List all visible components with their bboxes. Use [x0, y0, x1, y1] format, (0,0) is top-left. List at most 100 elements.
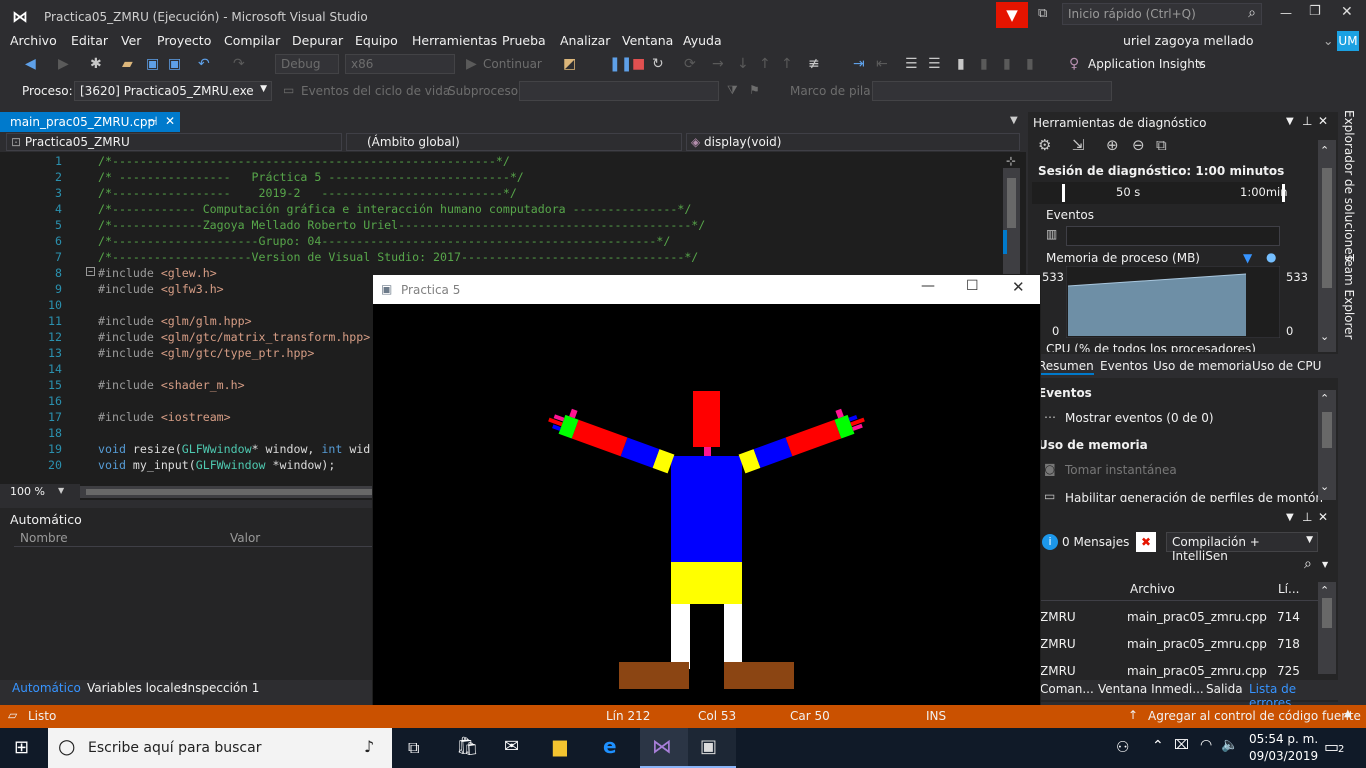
clear-filter-icon[interactable]: ✖ — [1136, 532, 1156, 552]
breakpoint-nav2-icon[interactable]: ⇤ — [876, 56, 888, 72]
bookmark-next-icon[interactable]: ▮ — [1003, 56, 1011, 72]
errors-menu-icon[interactable]: ▼ — [1286, 512, 1294, 523]
close-button[interactable]: ✕ — [1341, 4, 1353, 20]
menu-equipo[interactable]: Equipo — [355, 33, 398, 48]
tab-inspeccion[interactable]: Inspección 1 — [184, 681, 259, 695]
remote-icon[interactable]: ⧉ — [1038, 6, 1047, 21]
glwindow-taskbar-item[interactable]: ▣ — [688, 728, 736, 768]
store-icon[interactable]: 🛍 — [456, 736, 479, 757]
bookmark-clear-icon[interactable]: ▮ — [1026, 56, 1034, 72]
continue-button[interactable]: Continuar — [483, 57, 542, 71]
menu-ventana[interactable]: Ventana — [622, 33, 673, 48]
step-back-icon[interactable]: ↑ — [781, 56, 793, 72]
code-text[interactable]: #include <glm/gtc/type_ptr.hpp> — [98, 346, 314, 360]
code-line[interactable]: 5 /*-------------Zagoya Mellado Roberto U… — [0, 218, 1000, 234]
settings-icon[interactable]: ⚙ — [1038, 136, 1051, 154]
messages-filter-button[interactable]: 0 Mensajes — [1062, 535, 1129, 549]
pause-icon[interactable]: ❚❚ — [609, 56, 632, 72]
wifi-icon[interactable]: ◠ — [1200, 737, 1212, 753]
col-valor[interactable]: Valor — [230, 531, 260, 545]
maximize-button[interactable]: ❐ — [1309, 4, 1321, 19]
step-over-icon[interactable]: → — [712, 56, 724, 72]
code-text[interactable]: /*-------------Zagoya Mellado Roberto Ur… — [98, 218, 705, 232]
debug-target-icon[interactable]: ◩ — [563, 56, 576, 72]
gl-title-bar[interactable]: ▣ Practica 5 — ☐ ✕ — [373, 275, 1040, 304]
hot-reload-icon[interactable]: ⟳ — [684, 56, 696, 72]
app-insights-button[interactable]: Application Insights — [1088, 57, 1206, 71]
opengl-window[interactable]: ▣ Practica 5 — ☐ ✕ — [372, 274, 1041, 712]
errors-pin-icon[interactable]: ⊥ — [1302, 510, 1312, 524]
bookmark-icon[interactable]: ▮ — [957, 56, 965, 72]
file-explorer-icon[interactable]: ▆ — [553, 736, 567, 757]
tab-comandos[interactable]: Coman... — [1040, 682, 1094, 696]
project-dropdown[interactable]: ⊡ Practica05_ZMRU — [6, 133, 342, 151]
memoria-header[interactable]: Memoria de proceso (MB) — [1046, 251, 1200, 265]
events-track[interactable] — [1066, 226, 1280, 246]
volume-icon[interactable]: 🔈 — [1221, 737, 1238, 753]
code-line[interactable]: 6 /*---------------------Grupo: 04-------… — [0, 234, 1000, 250]
stack-frame-dropdown[interactable] — [872, 81, 1112, 101]
code-line[interactable]: 3 /*----------------- 2019-2 ------------… — [0, 186, 1000, 202]
col-archivo[interactable]: Archivo — [1130, 582, 1175, 596]
code-line[interactable]: 1 /*-------------------------------------… — [0, 154, 1000, 170]
gl-minimize-button[interactable]: — — [921, 278, 935, 294]
stop-icon[interactable]: ■ — [632, 56, 645, 72]
menu-depurar[interactable]: Depurar — [292, 33, 343, 48]
build-filter-dropdown[interactable]: Compilación + IntelliSen ▼ — [1166, 532, 1318, 563]
step-into-icon[interactable]: ↓ — [737, 56, 749, 72]
reset-zoom-icon[interactable]: ⧉ — [1156, 136, 1167, 154]
process-dropdown[interactable]: [3620] Practica05_ZMRU.exe ▼ — [74, 81, 272, 101]
table-row[interactable]: ZMRU main_prac05_zmru.cpp 718 — [1028, 635, 1318, 655]
task-view-icon[interactable]: ⧉ — [408, 738, 419, 758]
source-control-button[interactable]: Agregar al control de código fuente — [1148, 709, 1361, 723]
menu-editar[interactable]: Editar — [71, 33, 108, 48]
bookmark-prev-icon[interactable]: ▮ — [980, 56, 988, 72]
taskbar-search[interactable]: ○ Escribe aquí para buscar ♪ — [48, 728, 392, 768]
tab-resumen[interactable]: Resumen — [1038, 359, 1094, 375]
code-text[interactable]: #include <glfw3.h> — [98, 282, 224, 296]
diag-vscroll[interactable]: ⌃ ⌄ — [1318, 140, 1336, 352]
cpu-header[interactable]: CPU (% de todos los procesadores) — [1046, 342, 1256, 352]
quick-launch-input[interactable]: Inicio rápido (Ctrl+Q) — [1068, 7, 1196, 21]
app-insights-icon[interactable]: ♀ — [1069, 56, 1079, 72]
summary-vscroll[interactable]: ⌃ ⌄ — [1318, 390, 1336, 500]
close-tab-icon[interactable]: ✕ — [165, 114, 175, 128]
back-icon[interactable]: ◀ — [25, 56, 36, 72]
tab-team-explorer[interactable]: Team Explorer — [1342, 254, 1356, 340]
collapse-icon[interactable]: − — [86, 267, 95, 276]
thread-dropdown[interactable] — [519, 81, 719, 101]
tab-uso-memoria[interactable]: Uso de memoria — [1153, 359, 1252, 373]
code-text[interactable]: #include <shader_m.h> — [98, 378, 245, 392]
scope-dropdown[interactable]: (Ámbito global) — [346, 133, 682, 151]
code-text[interactable]: #include <iostream> — [98, 410, 231, 424]
feedback-icon[interactable]: ▼ — [996, 2, 1028, 28]
tab-main-prac05[interactable]: main_prac05_ZMRU.cpp ⊣ ✕ — [0, 112, 180, 132]
code-text[interactable]: #include <glm/glm.hpp> — [98, 314, 252, 328]
user-chevron-icon[interactable]: ⌄ — [1323, 33, 1333, 48]
habilitar-perfiles-checkbox[interactable]: Habilitar generación de perfiles de mont… — [1065, 491, 1338, 502]
minimize-button[interactable]: — — [1280, 6, 1292, 20]
code-text[interactable]: #include <glew.h> — [98, 266, 217, 280]
windows-start-icon[interactable]: ⊞ — [14, 737, 29, 758]
mail-icon[interactable]: ✉ — [504, 736, 519, 757]
code-text[interactable]: /* ---------------- Práctica 5 ---------… — [98, 170, 524, 184]
col-linea[interactable]: Lí... — [1278, 582, 1299, 596]
zoom-level[interactable]: 100 % ▼ — [0, 484, 80, 500]
pause-events-icon[interactable]: ▥ — [1046, 227, 1057, 241]
undo-icon[interactable]: ↶ — [198, 56, 210, 72]
code-text[interactable]: void my_input(GLFWwindow *window); — [98, 458, 335, 472]
code-text[interactable]: #include <glm/gtc/matrix_transform.hpp> — [98, 330, 370, 344]
zoom-out-icon[interactable]: ⊖ — [1132, 136, 1145, 154]
source-control-icon[interactable]: ↑ — [1128, 708, 1138, 722]
tab-overflow-icon[interactable]: ▼ — [1010, 115, 1018, 126]
code-line[interactable]: 2 /* ---------------- Práctica 5 --------… — [0, 170, 1000, 186]
forward-icon[interactable]: ▶ — [58, 56, 69, 72]
errors-vscroll[interactable]: ⌃ — [1318, 582, 1336, 674]
new-project-icon[interactable]: ✱ — [90, 56, 102, 72]
config-dropdown[interactable]: Debug — [275, 54, 339, 74]
quick-launch[interactable]: Inicio rápido (Ctrl+Q) ⌕ — [1062, 3, 1262, 25]
redo-icon[interactable]: ↷ — [233, 56, 245, 72]
table-row[interactable]: ZMRU main_prac05_zmru.cpp 725 — [1028, 662, 1318, 682]
threads-icon[interactable]: ≢ — [808, 56, 820, 72]
indent-icon[interactable]: ☰ — [905, 56, 918, 72]
